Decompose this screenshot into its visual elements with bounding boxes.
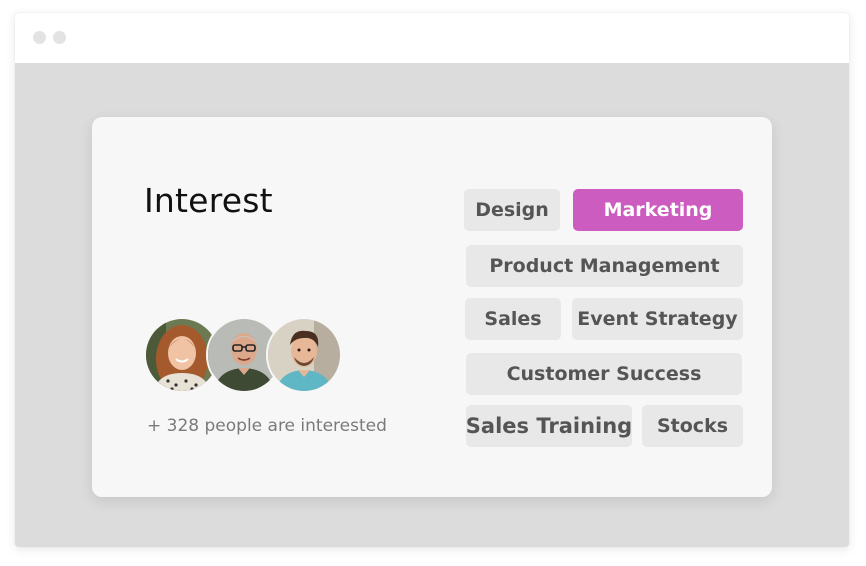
card-title: Interest [144, 181, 273, 220]
tag-sales[interactable]: Sales [465, 298, 561, 340]
window-titlebar [15, 13, 849, 63]
tag-event-strategy[interactable]: Event Strategy [572, 298, 743, 340]
tag-sales-training[interactable]: Sales Training [466, 405, 632, 447]
interested-count-text: + 328 people are interested [147, 416, 387, 436]
window-control-dot[interactable] [33, 31, 46, 44]
tag-product-management[interactable]: Product Management [466, 245, 743, 287]
window-control-dot[interactable] [53, 31, 66, 44]
interest-card: Interest + 328 people are interested Des… [92, 117, 772, 497]
tag-customer-success[interactable]: Customer Success [466, 353, 742, 395]
browser-window: Interest + 328 people are interested Des… [15, 13, 849, 547]
tag-design[interactable]: Design [464, 189, 560, 231]
tag-stocks[interactable]: Stocks [642, 405, 743, 447]
avatar [266, 317, 342, 393]
tag-marketing[interactable]: Marketing [573, 189, 743, 231]
